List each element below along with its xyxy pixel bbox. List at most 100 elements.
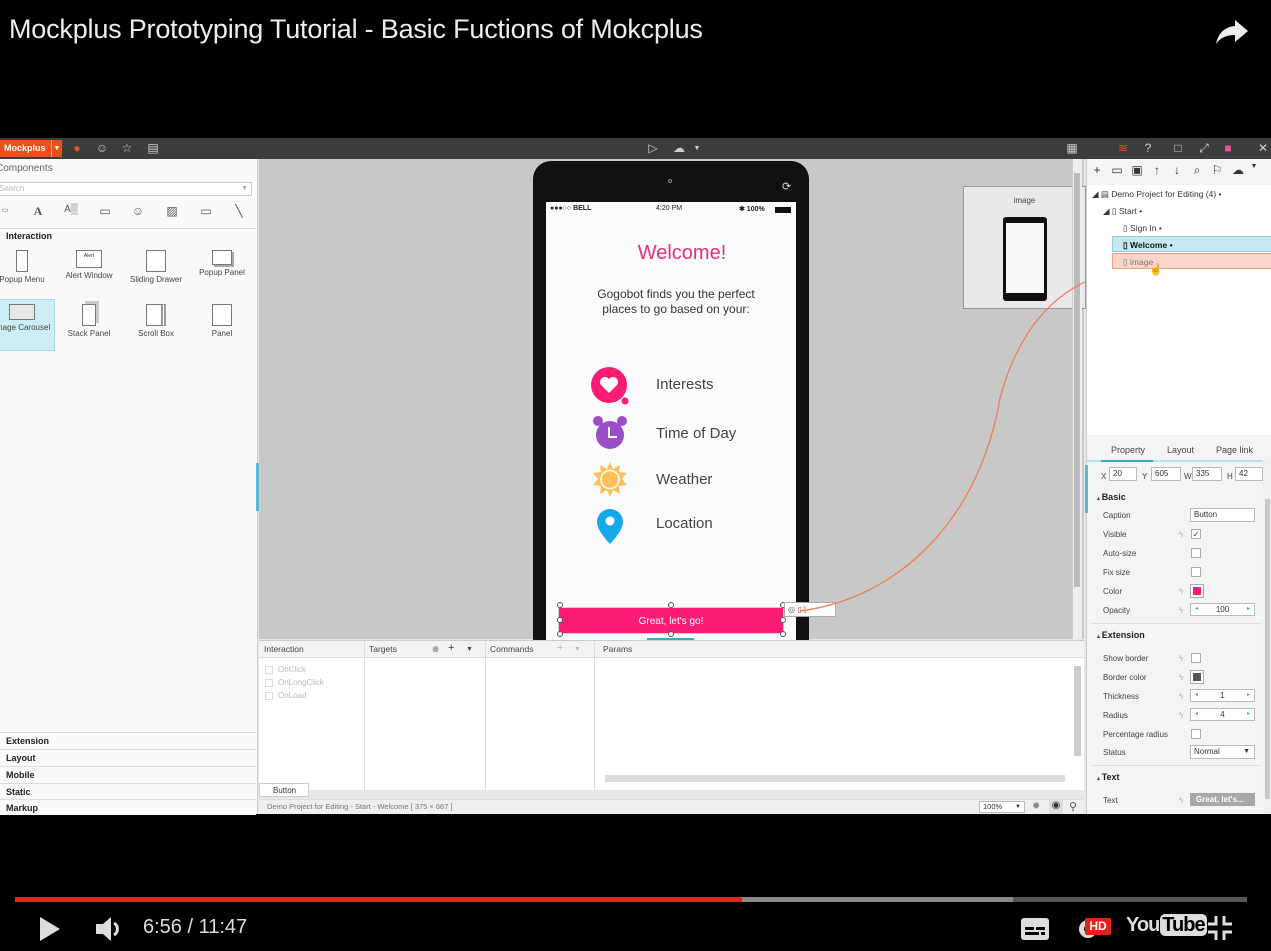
- arrow-down-icon[interactable]: ↓: [1169, 163, 1185, 177]
- text-field[interactable]: Great, let's...: [1190, 793, 1255, 806]
- volume-icon[interactable]: [95, 914, 125, 944]
- button-icon[interactable]: ▭: [0, 204, 14, 218]
- add-icon[interactable]: +: [1089, 163, 1105, 177]
- panel-resize-handle[interactable]: [1085, 465, 1088, 513]
- component-popup-panel[interactable]: Popup Panel: [189, 246, 255, 298]
- bolt-icon[interactable]: ϟ: [1179, 796, 1183, 805]
- w-field[interactable]: 335: [1192, 467, 1222, 481]
- cloud-upload-icon[interactable]: ☁: [671, 138, 687, 159]
- component-popup-menu[interactable]: Popup Menu: [0, 246, 55, 298]
- help-icon[interactable]: ?: [1140, 138, 1156, 159]
- sun-icon[interactable]: [591, 461, 629, 499]
- chevron-down-icon[interactable]: ▼: [1246, 163, 1262, 170]
- welcome-heading[interactable]: Welcome!: [546, 242, 796, 265]
- basic-section-header[interactable]: Basic: [1097, 492, 1126, 502]
- cloud-icon[interactable]: ☁: [1230, 163, 1246, 177]
- youtube-logo[interactable]: You Tube: [1126, 914, 1207, 942]
- label-icon[interactable]: A▒: [62, 204, 80, 218]
- clear-icon[interactable]: ⊗: [432, 644, 439, 655]
- bolt-icon[interactable]: ϟ: [1179, 711, 1183, 720]
- thickness-stepper[interactable]: ◂ 1 ▸: [1190, 689, 1255, 702]
- feature-label[interactable]: Weather: [656, 471, 712, 488]
- input-icon[interactable]: ▭: [197, 204, 215, 218]
- component-image-carousel[interactable]: Image Carousel: [0, 299, 55, 351]
- play-icon[interactable]: [38, 916, 62, 942]
- extension-section-header[interactable]: Extension: [1097, 630, 1145, 640]
- scrollbar-thumb[interactable]: [1074, 173, 1080, 587]
- qr-code-icon[interactable]: ▦: [1064, 138, 1080, 159]
- bolt-icon[interactable]: ϟ: [1179, 587, 1183, 596]
- tagline-text[interactable]: Gogobot finds you the perfect places to …: [591, 287, 761, 317]
- text-section-header[interactable]: Text: [1097, 772, 1120, 782]
- great-lets-go-button[interactable]: Great, let's go!: [558, 607, 784, 634]
- subtitles-icon[interactable]: [1021, 918, 1049, 940]
- layout-icon[interactable]: ▤: [145, 138, 161, 159]
- interaction-scrollbar[interactable]: [1074, 666, 1081, 756]
- emoji-icon[interactable]: ☺: [129, 204, 147, 218]
- fixsize-checkbox[interactable]: [1191, 567, 1201, 577]
- visible-checkbox[interactable]: ✓: [1191, 529, 1201, 539]
- section-header[interactable]: Interaction: [6, 231, 52, 241]
- rotate-icon[interactable]: ⟳: [782, 180, 791, 193]
- category-markup[interactable]: Markup: [0, 799, 256, 815]
- page-icon[interactable]: ▯: [797, 605, 801, 614]
- opacity-stepper[interactable]: ◂ 100 ▸: [1190, 603, 1255, 616]
- resize-handle[interactable]: [557, 617, 563, 623]
- bolt-icon[interactable]: ϟ: [1179, 606, 1183, 615]
- search-input[interactable]: Search ▼: [0, 182, 252, 196]
- location-pin-icon[interactable]: [591, 507, 629, 545]
- resize-handle[interactable]: [668, 631, 674, 637]
- feature-label[interactable]: Time of Day: [656, 425, 736, 442]
- design-canvas[interactable]: ⟳ ●●●○○ BELL 4:20 PM ✱ 100% Welcome! Gog…: [259, 159, 1086, 641]
- folder-icon[interactable]: ▭: [1109, 163, 1125, 177]
- pin-icon[interactable]: ⚲: [1069, 800, 1077, 813]
- link-target-icon[interactable]: ◎: [788, 605, 795, 614]
- fullscreen-icon[interactable]: ⤢: [1196, 138, 1212, 159]
- autosize-checkbox[interactable]: [1191, 548, 1201, 558]
- emoji-icon[interactable]: ☺: [94, 138, 110, 159]
- chevron-down-icon[interactable]: ▼: [574, 646, 581, 653]
- radius-stepper[interactable]: ◂ 4 ▸: [1190, 708, 1255, 721]
- component-sliding-drawer[interactable]: Sliding Drawer: [123, 246, 189, 298]
- feature-label[interactable]: Location: [656, 515, 713, 532]
- bolt-icon[interactable]: ϟ: [1179, 530, 1183, 539]
- component-scroll-box[interactable]: Scroll Box: [123, 300, 189, 352]
- brightness-icon[interactable]: ✹: [1032, 801, 1040, 812]
- arrow-up-icon[interactable]: ↑: [1149, 163, 1165, 177]
- progress-played[interactable]: [15, 897, 742, 902]
- avatar[interactable]: ■: [1220, 138, 1236, 159]
- alarm-clock-icon[interactable]: [591, 414, 629, 452]
- chevron-down-icon[interactable]: ▼: [689, 138, 705, 159]
- category-mobile[interactable]: Mobile: [0, 766, 256, 782]
- video-title[interactable]: Mockplus Prototyping Tutorial - Basic Fu…: [9, 14, 703, 45]
- play-icon[interactable]: ▷: [645, 138, 661, 159]
- link-toolbar[interactable]: ◎ ▯ ⌊: [784, 602, 836, 617]
- text-icon[interactable]: A: [29, 204, 47, 218]
- component-stack-panel[interactable]: Stack Panel: [56, 300, 122, 352]
- show-border-checkbox[interactable]: [1191, 653, 1201, 663]
- image-icon[interactable]: ▨: [163, 204, 181, 218]
- bolt-icon[interactable]: ϟ: [1179, 654, 1183, 663]
- category-extension[interactable]: Extension: [0, 732, 256, 748]
- category-static[interactable]: Static: [0, 783, 256, 799]
- save-icon[interactable]: ▣: [1129, 163, 1145, 177]
- share-icon[interactable]: [1214, 16, 1250, 48]
- heart-icon[interactable]: [591, 367, 629, 405]
- caption-field[interactable]: Button: [1190, 508, 1255, 522]
- component-panel[interactable]: Panel: [189, 300, 255, 352]
- category-layout[interactable]: Layout: [0, 749, 256, 765]
- chevron-down-icon[interactable]: ▼: [241, 183, 248, 195]
- cube-icon[interactable]: ●: [69, 138, 85, 159]
- chevron-down-icon[interactable]: ▼: [51, 140, 62, 157]
- y-field[interactable]: 605: [1151, 467, 1181, 481]
- resize-handle[interactable]: [780, 631, 786, 637]
- rectangle-icon[interactable]: ▭: [96, 204, 114, 218]
- exit-fullscreen-icon[interactable]: [1207, 915, 1233, 941]
- component-alert-window[interactable]: Alert Alert Window: [56, 246, 122, 298]
- tree-node-highlighted[interactable]: ▯ image: [1112, 253, 1271, 269]
- image-page-preview[interactable]: image: [963, 186, 1086, 309]
- tab-layout[interactable]: Layout: [1167, 445, 1194, 455]
- add-target-icon[interactable]: +: [448, 642, 454, 654]
- resize-handle[interactable]: [780, 617, 786, 623]
- tree-node[interactable]: ◢ ▤ Demo Project for Editing (4) •: [1092, 186, 1222, 202]
